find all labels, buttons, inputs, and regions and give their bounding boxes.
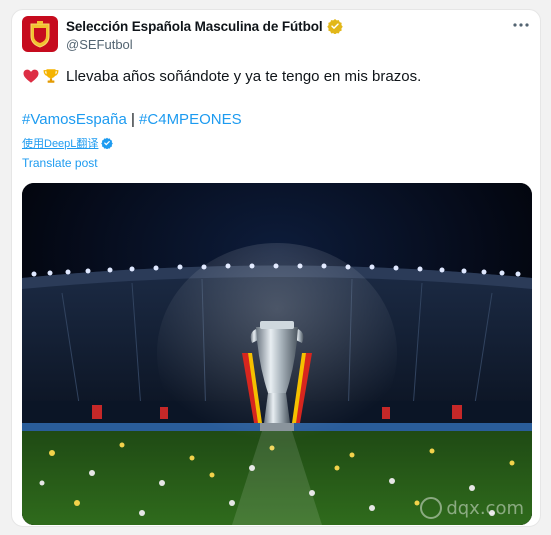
more-horizontal-icon[interactable] (512, 16, 530, 39)
federation-crest-icon (30, 21, 50, 48)
hashtag-link[interactable]: #VamosEspaña (22, 111, 127, 128)
post-photo[interactable]: dqx.com (22, 183, 532, 525)
watermark: dqx.com (420, 497, 524, 519)
post-body: Llevaba años soñándote y ya te tengo en … (66, 67, 422, 85)
avatar[interactable] (22, 16, 58, 52)
deepl-badge-icon (101, 137, 114, 149)
trophy-icon (43, 69, 59, 83)
translate-post-link[interactable]: Translate post (22, 156, 98, 170)
deepl-translate-label: 使用DeepL翻译 (22, 138, 99, 150)
red-heart-icon (23, 69, 39, 83)
hashtag-link[interactable]: #C4MPEONES (139, 111, 242, 128)
hashtag-separator: | (130, 111, 135, 128)
deepl-translate-link[interactable]: 使用DeepL翻译 (22, 135, 114, 151)
tweet-card: Selección Española Masculina de Fútbol @… (11, 9, 541, 527)
account-handle[interactable]: @SEFutbol (66, 37, 133, 52)
verified-badge-icon (326, 19, 343, 34)
watermark-text: dqx.com (446, 497, 524, 519)
post-text: Llevaba años soñándote y ya te tengo en … (22, 67, 421, 85)
account-name[interactable]: Selección Española Masculina de Fútbol (66, 19, 323, 34)
hashtag-line: #VamosEspaña | #C4MPEONES (22, 111, 242, 128)
watermark-logo-icon (420, 497, 443, 519)
trophy-stadium-image (22, 183, 532, 525)
